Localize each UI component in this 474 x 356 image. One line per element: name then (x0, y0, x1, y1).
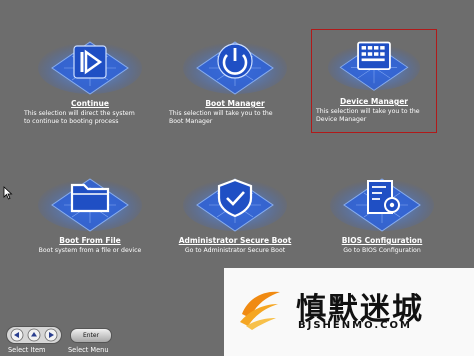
watermark: 慎默迷城 BJSHENMO.COM (224, 268, 474, 356)
tile-title: BIOS Configuration (341, 236, 423, 245)
watermark-logo-icon (240, 291, 280, 330)
device-chip-icon (327, 41, 421, 91)
power-icon (183, 41, 287, 95)
uefi-main-menu: Continue This selection will direct the … (0, 0, 474, 356)
tile-title: Boot Manager (205, 99, 265, 108)
boot-from-file-tile[interactable]: Boot From File Boot system from a file o… (20, 167, 160, 277)
boot-manager-tile[interactable]: Boot Manager This selection will take yo… (165, 30, 305, 140)
mouse-pointer-icon (3, 186, 13, 200)
tile-title: Administrator Secure Boot (178, 236, 292, 245)
tile-description: Go to Administrator Secure Boot (184, 247, 286, 254)
shield-check-icon (183, 178, 287, 232)
watermark-english-text: BJSHENMO.COM (298, 320, 412, 331)
tile-title: Device Manager (340, 97, 408, 106)
tile-description: This selection will take you to the Boot… (169, 110, 273, 125)
tile-description: This selection will take you to the Devi… (316, 108, 420, 123)
select-item-hint: Select Item (8, 346, 46, 354)
folder-icon (38, 178, 142, 232)
settings-document-icon (330, 178, 434, 232)
select-menu-hint: Select Menu (68, 346, 109, 354)
tile-description: Boot system from a file or device (38, 247, 142, 254)
tile-description: Go to BIOS Configuration (343, 247, 421, 254)
device-manager-tile[interactable]: Device Manager This selection will take … (311, 29, 437, 133)
tile-title: Continue (71, 99, 109, 108)
play-icon (38, 41, 142, 95)
enter-key: Enter (70, 328, 112, 343)
tile-title: Boot From File (59, 236, 121, 245)
continue-tile[interactable]: Continue This selection will direct the … (20, 30, 160, 140)
bios-configuration-tile[interactable]: BIOS Configuration Go to BIOS Configurat… (312, 167, 452, 277)
tile-description: This selection will direct the system to… (24, 110, 135, 125)
administrator-secure-boot-tile[interactable]: Administrator Secure Boot Go to Administ… (165, 167, 305, 277)
arrow-keys-icon (6, 326, 62, 344)
